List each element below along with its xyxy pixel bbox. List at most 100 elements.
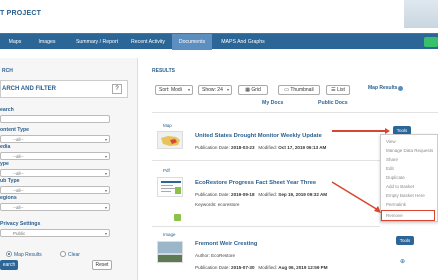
arrow-head-icon: [385, 128, 390, 134]
menu-item-duplicate[interactable]: Duplicate: [386, 175, 405, 180]
nav-tab-documents[interactable]: Documents: [172, 34, 212, 50]
publication-date-label: Publication Date:: [195, 145, 230, 150]
map-results-radio[interactable]: [6, 251, 12, 257]
thumbnail-view-button[interactable]: ▭ Thumbnail: [278, 85, 320, 95]
regions-label: egions: [0, 195, 17, 201]
add-folder-icon[interactable]: [174, 214, 181, 221]
menu-item-view[interactable]: View: [386, 139, 396, 144]
info-icon: [398, 86, 403, 91]
menu-item-manage-data-requests[interactable]: Manage Data Requests: [386, 148, 433, 153]
sub-type-select[interactable]: --all-- ▾: [0, 186, 110, 194]
search-button[interactable]: earch: [0, 260, 18, 270]
keywords-label: Keywords:: [195, 202, 217, 207]
content-type-select[interactable]: --all-- ▾: [0, 135, 110, 143]
publication-date-value: 2018-03-23: [231, 145, 255, 150]
map-results-radio-label: Map Results: [14, 252, 42, 258]
item-title[interactable]: EcoRestore Progress Fact Sheet Year Thre…: [195, 180, 316, 186]
publication-date-label: Publication Date:: [195, 265, 230, 270]
item-author: Author: EcoRestore: [195, 253, 235, 258]
clear-radio-label: Clear: [68, 252, 80, 258]
tools-button[interactable]: Tools: [396, 236, 414, 245]
divider: [152, 160, 380, 161]
list-label: List: [337, 87, 345, 93]
thumbnail-label: Thumbnail: [290, 87, 314, 93]
type-value: --all--: [13, 171, 24, 176]
results-heading: RESULTS: [152, 68, 175, 74]
item-thumbnail[interactable]: [157, 177, 183, 197]
annotation-arrow: [332, 130, 386, 132]
filter-title: ARCH AND FILTER: [2, 86, 56, 92]
show-select[interactable]: Show: 24 ▾: [198, 85, 232, 95]
media-select[interactable]: --all-- ▾: [0, 152, 110, 160]
chevron-down-icon: ▾: [104, 137, 107, 142]
grid-view-button[interactable]: ▦ Grid: [238, 85, 268, 95]
author-label: Author:: [195, 253, 210, 258]
remove-highlight-box: [381, 210, 435, 221]
type-select[interactable]: --all-- ▾: [0, 169, 110, 177]
tab-public-docs[interactable]: Public Docs: [318, 100, 348, 106]
item-meta-row: Publication Date: 2018-03-23 Modified: O…: [195, 145, 326, 150]
item-keywords: Keywords: ecorestore: [195, 202, 239, 207]
chevron-down-icon: ▾: [104, 205, 107, 210]
type-label: ype: [0, 161, 9, 167]
item-meta-row: Publication Date: 2019-09-18 Modified: S…: [195, 192, 327, 197]
chevron-down-icon: ▾: [187, 87, 190, 92]
divider: [152, 226, 380, 227]
nav-tab-recent-activity[interactable]: Recent Activity: [128, 34, 168, 50]
regions-select[interactable]: --all-- ▾: [0, 203, 110, 211]
menu-item-edit[interactable]: Edit: [386, 166, 394, 171]
publication-date-value: 2019-09-18: [231, 192, 255, 197]
media-label: edia: [0, 144, 11, 150]
sort-select[interactable]: Sort: Modi ▾: [155, 85, 193, 95]
item-thumbnail[interactable]: [157, 131, 183, 149]
chevron-down-icon: ▾: [104, 188, 107, 193]
annotation-arrow-diagonal: [331, 181, 381, 213]
modified-label: Modified:: [258, 192, 277, 197]
author-value: EcoRestore: [211, 253, 236, 258]
clear-radio[interactable]: [60, 251, 66, 257]
item-thumbnail[interactable]: [157, 241, 183, 263]
menu-item-share[interactable]: Share: [386, 157, 398, 162]
modified-label: Modified:: [258, 145, 277, 150]
item-type-label: Pdf: [163, 168, 170, 173]
keywords-value: ecorestore: [217, 202, 240, 207]
menu-item-empty-basket-here[interactable]: Empty Basket Here: [386, 193, 425, 198]
zoom-in-icon[interactable]: ⊕: [400, 258, 405, 265]
search-input[interactable]: [0, 115, 110, 123]
content-type-value: --all--: [13, 137, 24, 142]
search-section-heading: RCH: [2, 68, 13, 74]
reset-button[interactable]: Reset: [92, 260, 112, 270]
help-button[interactable]: ?: [112, 84, 122, 94]
item-type-label: Image: [163, 232, 176, 237]
list-view-button[interactable]: ☰ List: [326, 85, 350, 95]
item-title[interactable]: United States Drought Monitor Weekly Upd…: [195, 133, 322, 139]
modified-value: Sep 19, 2019 09:32 AM: [278, 192, 328, 197]
nav-tab-images[interactable]: Images: [30, 34, 64, 50]
nav-tab-maps-and-graphs[interactable]: MAPS And Graphs: [214, 34, 272, 50]
map-results-link[interactable]: Map Results: [368, 85, 397, 91]
menu-item-permalink[interactable]: Permalink: [386, 202, 406, 207]
header-logo: [404, 0, 438, 28]
publication-date-label: Publication Date:: [195, 192, 230, 197]
publication-date-value: 2015-07-30: [231, 265, 255, 270]
top-header: [0, 0, 438, 32]
chevron-down-icon: ▾: [226, 87, 229, 92]
item-meta-row: Publication Date: 2015-07-30 Modified: A…: [195, 265, 328, 270]
main-navbar: Maps Images Summary / Report Recent Acti…: [0, 33, 438, 50]
item-title[interactable]: Fremont Weir Cresting: [195, 241, 257, 247]
nav-action-button[interactable]: [424, 37, 438, 47]
media-value: --all--: [13, 154, 24, 159]
tools-dropdown-menu: View Manage Data Requests Share Edit Dup…: [380, 134, 438, 222]
nav-tab-maps[interactable]: Maps: [2, 34, 28, 50]
chevron-down-icon: ▾: [104, 231, 107, 236]
tab-my-docs[interactable]: My Docs: [262, 100, 283, 106]
privacy-value: Public: [13, 231, 26, 236]
privacy-select[interactable]: Public ▾: [0, 229, 110, 237]
chevron-down-icon: ▾: [104, 171, 107, 176]
grid-label: Grid: [251, 87, 261, 93]
regions-value: --all--: [13, 205, 24, 210]
chevron-down-icon: ▾: [104, 154, 107, 159]
nav-tab-summary-report[interactable]: Summary / Report: [66, 34, 128, 50]
menu-item-add-to-basket[interactable]: Add to Basket: [386, 184, 414, 189]
content-type-label: ontent Type: [0, 127, 30, 133]
